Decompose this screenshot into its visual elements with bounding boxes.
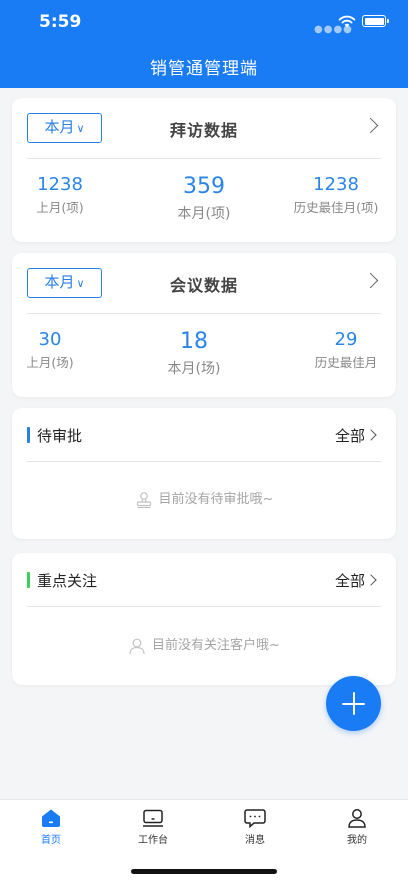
tab-workbench[interactable]: 工作台 (123, 808, 183, 846)
person-icon (129, 638, 145, 654)
meeting-card-header[interactable]: 本月 ∨ 会议数据 (12, 253, 396, 315)
focus-header[interactable]: 重点关注 全部 (12, 553, 396, 607)
visit-this-month-label: 本月(项) (177, 206, 231, 222)
visit-last-month: 1238 上月(项) (20, 174, 100, 216)
meeting-data-card: 本月 ∨ 会议数据 30 上月(场) 18 本月(场) 29 历史最佳月 (12, 253, 396, 397)
meeting-last-month-label: 上月(场) (26, 355, 74, 370)
message-icon (244, 809, 266, 828)
divider (27, 313, 381, 314)
focus-all-link[interactable]: 全部 (335, 570, 365, 591)
top-header: 5:59 ●●●● 销管通管理端 (0, 0, 408, 88)
pending-empty-text: 目前没有待审批哦~ (158, 492, 274, 507)
visit-last-month-value: 1238 (37, 174, 83, 195)
laptop-icon (143, 809, 163, 827)
meeting-this-month: 18 本月(场) (134, 329, 254, 378)
focus-title: 重点关注 (37, 572, 98, 590)
meeting-best-month-value: 29 (334, 329, 358, 350)
pending-title: 待审批 (37, 427, 83, 445)
meeting-last-month: 30 上月(场) (10, 329, 90, 371)
visit-this-month: 359 本月(项) (144, 174, 264, 223)
visit-card-header[interactable]: 本月 ∨ 拜访数据 (12, 98, 396, 160)
meeting-last-month-value: 30 (38, 329, 62, 350)
focus-empty-text: 目前没有关注客户哦~ (152, 638, 280, 653)
visit-best-month: 1238 历史最佳月(项) (286, 174, 386, 216)
tab-messages[interactable]: 消息 (225, 808, 285, 846)
focus-empty-state: 目前没有关注客户哦~ (12, 634, 396, 655)
meeting-best-month-label: 历史最佳月 (314, 355, 378, 370)
visit-best-month-label: 历史最佳月(项) (293, 200, 379, 215)
pending-all-link[interactable]: 全部 (335, 425, 365, 446)
battery-icon (362, 15, 389, 27)
meeting-this-month-value: 18 (180, 329, 208, 354)
visit-last-month-label: 上月(项) (36, 200, 84, 215)
pending-empty-state: 目前没有待审批哦~ (12, 488, 396, 509)
app-title: 销管通管理端 (150, 59, 258, 79)
tab-home-label: 首页 (41, 835, 61, 846)
pending-approval-card: 待审批 全部 目前没有待审批哦~ (12, 408, 396, 539)
visit-card-title: 拜访数据 (169, 121, 238, 140)
tab-workbench-label: 工作台 (138, 835, 168, 846)
chevron-right-icon[interactable] (365, 574, 377, 586)
pending-header[interactable]: 待审批 全部 (12, 408, 396, 462)
section-accent-bar (27, 427, 30, 443)
chevron-right-icon[interactable] (365, 429, 377, 441)
stamp-icon (136, 491, 151, 508)
person-icon (348, 809, 366, 828)
home-indicator (131, 869, 277, 874)
status-time: 5:59 (39, 12, 82, 32)
tab-messages-label: 消息 (245, 835, 265, 846)
visit-data-card: 本月 ∨ 拜访数据 1238 上月(项) 359 本月(项) 1238 历史最佳月… (12, 98, 396, 242)
status-bar: 5:59 ●●●● (0, 0, 408, 44)
tab-mine[interactable]: 我的 (327, 808, 387, 846)
divider (27, 158, 381, 159)
add-button[interactable] (326, 676, 381, 731)
meeting-this-month-label: 本月(场) (167, 361, 221, 377)
divider (27, 461, 381, 462)
key-focus-card: 重点关注 全部 目前没有关注客户哦~ (12, 553, 396, 685)
visit-this-month-value: 359 (183, 174, 225, 199)
tab-home[interactable]: 首页 (21, 808, 81, 846)
meeting-card-title: 会议数据 (169, 276, 238, 295)
meeting-best-month: 29 历史最佳月 (304, 329, 388, 371)
section-accent-bar (27, 572, 30, 588)
wifi-icon (338, 15, 356, 28)
tab-mine-label: 我的 (347, 835, 367, 846)
home-icon (42, 809, 60, 827)
divider (27, 606, 381, 607)
visit-best-month-value: 1238 (313, 174, 359, 195)
